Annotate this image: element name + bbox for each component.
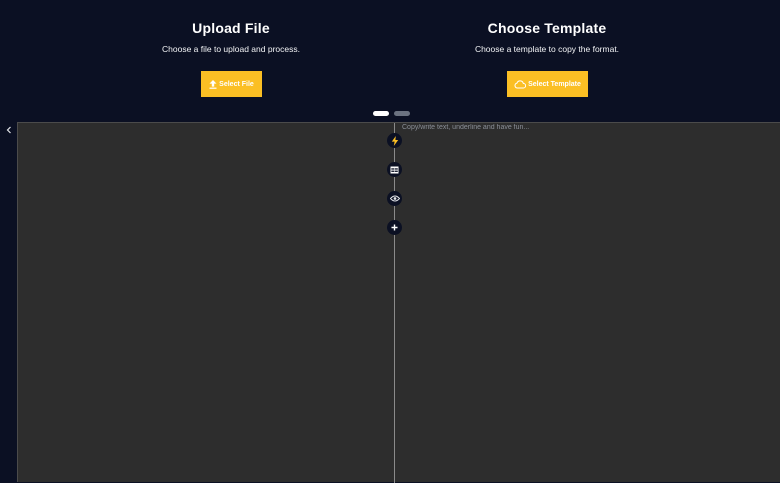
text-editor[interactable] xyxy=(402,124,772,424)
lightning-icon xyxy=(391,135,398,146)
cloud-icon xyxy=(514,79,527,89)
add-tool-button[interactable] xyxy=(387,220,402,235)
choose-template-description: Choose a template to copy the format. xyxy=(474,44,620,54)
upload-icon xyxy=(209,79,217,89)
carousel-indicator xyxy=(373,111,410,116)
choose-template-title: Choose Template xyxy=(487,20,607,36)
workspace xyxy=(17,122,780,483)
table-tool-button[interactable] xyxy=(387,162,402,177)
carousel-dot-1[interactable] xyxy=(373,111,389,116)
sidebar-toggle[interactable] xyxy=(5,126,13,136)
carousel-dot-2[interactable] xyxy=(394,111,410,116)
upload-file-description: Choose a file to upload and process. xyxy=(162,44,300,54)
upload-file-title: Upload File xyxy=(192,20,270,36)
eye-icon xyxy=(389,195,400,202)
select-file-label: Select File xyxy=(219,80,254,88)
chevron-left-icon xyxy=(6,126,11,134)
preview-tool-button[interactable] xyxy=(387,191,402,206)
table-icon xyxy=(390,166,399,173)
split-divider[interactable] xyxy=(394,123,395,483)
hero-header: Upload File Choose a file to upload and … xyxy=(0,0,780,122)
select-template-label: Select Template xyxy=(528,80,581,88)
select-template-button[interactable]: Select Template xyxy=(507,71,588,97)
lightning-tool-button[interactable] xyxy=(387,133,402,148)
plus-icon xyxy=(391,224,398,231)
select-file-button[interactable]: Select File xyxy=(201,71,262,97)
